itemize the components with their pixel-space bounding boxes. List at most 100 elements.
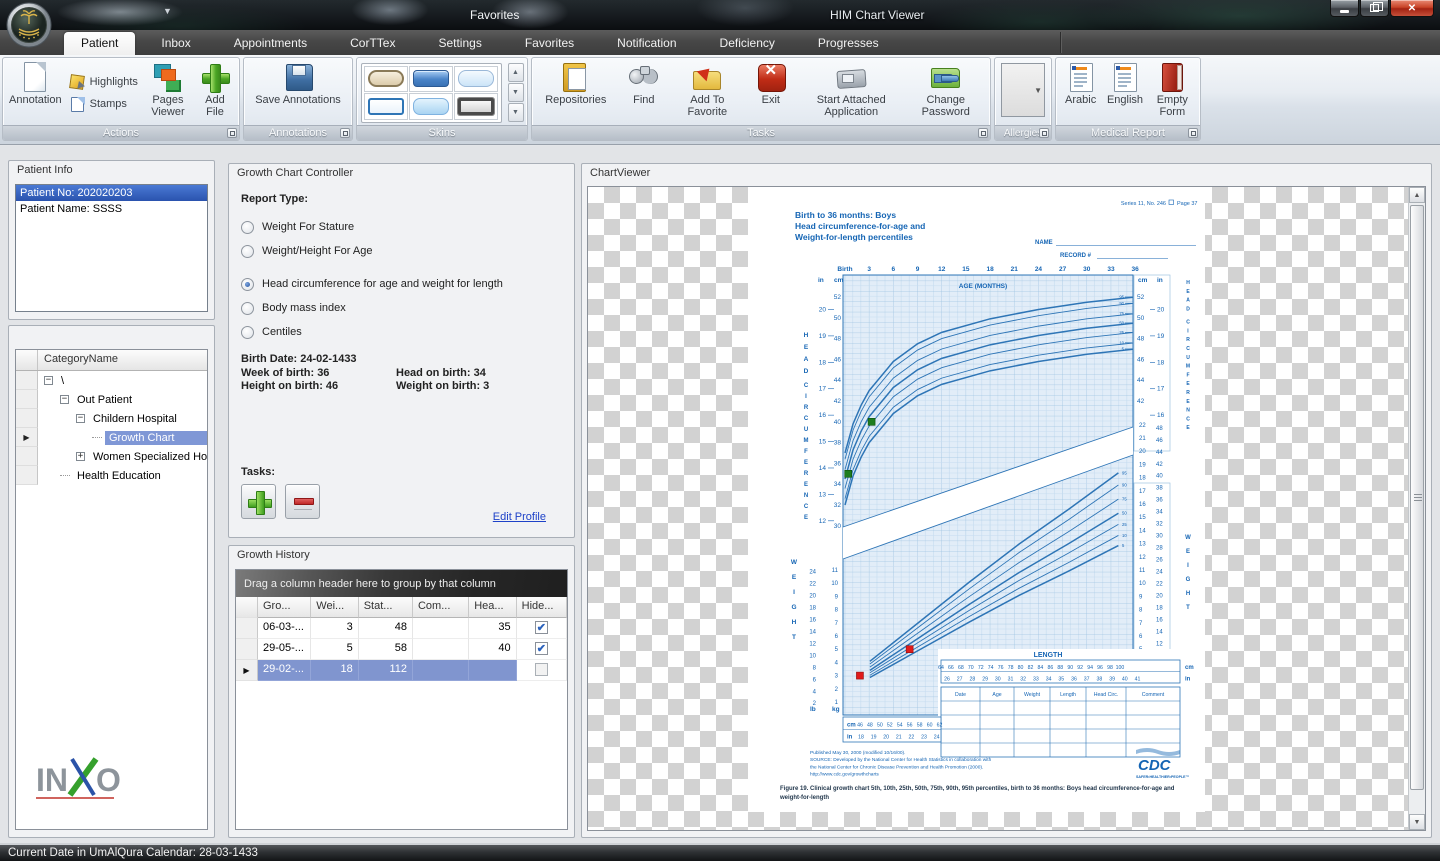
repositories-button[interactable]: Repositories	[542, 60, 609, 125]
skin-white-blue[interactable]	[364, 93, 408, 120]
annotation-button[interactable]: Annotation	[6, 60, 65, 125]
table-row[interactable]: 06-03-...34835✔	[236, 618, 567, 639]
medical-report-dialog-launcher-icon[interactable]	[1188, 128, 1198, 138]
svg-text:25: 25	[1119, 330, 1124, 335]
report-type-option[interactable]: Weight For Stature	[241, 215, 562, 239]
tab-favorites[interactable]: Favorites	[508, 32, 591, 55]
allergies-dialog-launcher-icon[interactable]	[1039, 128, 1049, 138]
svg-text:88: 88	[1057, 665, 1063, 671]
collapse-node-icon[interactable]: −	[76, 414, 85, 423]
exit-button[interactable]: Exit	[751, 60, 791, 125]
minimize-button[interactable]	[1330, 0, 1359, 17]
pages-viewer-button[interactable]: Pages Viewer	[142, 60, 194, 125]
cdc-growth-chart-page: Series 11, No. 246Page 37Birth to 36 mon…	[748, 187, 1205, 812]
repositories-icon	[559, 61, 593, 93]
scroll-up-button[interactable]: ▲	[1409, 187, 1425, 203]
hide-checkbox-unchecked[interactable]	[535, 663, 548, 676]
controller-title: Growth Chart Controller	[229, 164, 574, 183]
tab-progresses[interactable]: Progresses	[801, 32, 896, 55]
tab-inbox[interactable]: Inbox	[144, 32, 207, 55]
tree-node--[interactable]: −\	[16, 371, 207, 390]
table-row[interactable]: 29-05-...55840✔	[236, 639, 567, 660]
patient-info-item[interactable]: Patient No: 202020203	[16, 185, 207, 201]
skin-caramel[interactable]	[364, 66, 408, 93]
radio-selected-icon[interactable]	[241, 278, 254, 291]
highlights-button[interactable]: Highlights	[69, 74, 138, 90]
collapse-node-icon[interactable]: −	[60, 395, 69, 404]
tab-patient[interactable]: Patient	[64, 32, 135, 55]
category-column-header[interactable]: CategoryName	[38, 350, 207, 370]
collapse-node-icon[interactable]: −	[44, 376, 53, 385]
tab-deficiency[interactable]: Deficiency	[703, 32, 792, 55]
report-type-option[interactable]: Weight/Height For Age	[241, 239, 562, 263]
skin-dark[interactable]	[454, 93, 498, 120]
skin-blue[interactable]	[409, 66, 453, 93]
tree-node-growth-chart[interactable]: ▶Growth Chart	[16, 428, 207, 447]
annotations-dialog-launcher-icon[interactable]	[340, 128, 350, 138]
report-type-option[interactable]: Centiles	[241, 320, 562, 344]
tree-node-health-education[interactable]: Health Education	[16, 466, 207, 485]
english-report-button[interactable]: English	[1104, 60, 1146, 125]
hide-checkbox-checked[interactable]: ✔	[535, 642, 548, 655]
add-to-favorite-button[interactable]: Add To Favorite	[678, 60, 736, 125]
restore-button[interactable]	[1360, 0, 1389, 17]
svg-text:20: 20	[1157, 306, 1165, 313]
radio-icon[interactable]	[241, 302, 254, 315]
allergies-dropdown[interactable]: ▼	[1001, 63, 1045, 117]
skins-scroll-down-button[interactable]: ▼	[508, 83, 524, 102]
skin-light-blue[interactable]	[454, 66, 498, 93]
skin-sky[interactable]	[409, 93, 453, 120]
table-row[interactable]: ▶29-02-...18112	[236, 660, 567, 681]
report-type-option[interactable]: Head circumference for age and weight fo…	[241, 272, 562, 296]
app-logo-button[interactable]	[6, 2, 52, 48]
add-measurement-button[interactable]	[241, 484, 276, 519]
hide-checkbox-checked[interactable]: ✔	[535, 621, 548, 634]
column-header-wei[interactable]: Wei...	[311, 597, 358, 618]
radio-icon[interactable]	[241, 221, 254, 234]
skins-more-button[interactable]: ▼	[508, 103, 524, 122]
radio-icon[interactable]	[241, 326, 254, 339]
column-header-hide[interactable]: Hide...	[517, 597, 567, 618]
column-header-stat[interactable]: Stat...	[359, 597, 413, 618]
find-button[interactable]: Find	[624, 60, 664, 125]
patient-info-item[interactable]: Patient Name: SSSS	[16, 201, 207, 217]
change-password-button[interactable]: Change Password	[912, 60, 980, 125]
tree-node-women-specialized-hos-[interactable]: +Women Specialized Hos...	[16, 447, 207, 466]
tab-settings[interactable]: Settings	[421, 32, 498, 55]
start-attached-application-button[interactable]: Start Attached Application	[805, 60, 897, 125]
empty-form-button[interactable]: Empty Form	[1149, 60, 1195, 125]
stamps-button[interactable]: Stamps	[69, 96, 138, 112]
svg-text:Weight-for-length percentiles: Weight-for-length percentiles	[795, 232, 913, 242]
save-annotations-button[interactable]: Save Annotations	[252, 60, 344, 125]
edit-profile-link[interactable]: Edit Profile	[493, 511, 546, 523]
tree-node-out-patient[interactable]: −Out Patient	[16, 390, 207, 409]
arabic-report-button[interactable]: Arabic	[1061, 60, 1101, 125]
column-header-gro[interactable]: Gro...	[258, 597, 311, 618]
scrollbar-grip-icon	[1414, 494, 1422, 501]
tab-notification[interactable]: Notification	[600, 32, 693, 55]
column-header-hea[interactable]: Hea...	[469, 597, 516, 618]
tree-node-label: Growth Chart	[105, 431, 207, 445]
quick-access-dropdown-icon[interactable]: ▼	[163, 6, 172, 16]
radio-icon[interactable]	[241, 245, 254, 258]
column-header-com[interactable]: Com...	[413, 597, 469, 618]
skins-scroll-up-button[interactable]: ▲	[508, 63, 524, 82]
tree-node-childern-hospital[interactable]: −Childern Hospital	[16, 409, 207, 428]
tab-corttex[interactable]: CorTTex	[333, 32, 412, 55]
tasks-dialog-launcher-icon[interactable]	[978, 128, 988, 138]
svg-text:E: E	[804, 460, 808, 466]
scrollbar-thumb[interactable]	[1410, 205, 1424, 790]
scroll-down-button[interactable]: ▼	[1409, 814, 1425, 830]
vendor-logo: IN O	[34, 753, 120, 801]
group-by-drop-area[interactable]: Drag a column header here to group by th…	[236, 570, 567, 597]
actions-dialog-launcher-icon[interactable]	[227, 128, 237, 138]
report-type-option[interactable]: Body mass index	[241, 296, 562, 320]
add-file-button[interactable]: Add File	[194, 60, 236, 125]
row-indicator	[16, 371, 38, 390]
remove-measurement-button[interactable]	[285, 484, 320, 519]
close-button[interactable]: ✕	[1390, 0, 1434, 17]
chart-vertical-scrollbar[interactable]: ▲ ▼	[1408, 187, 1425, 830]
svg-text:23: 23	[921, 735, 927, 741]
tab-appointments[interactable]: Appointments	[217, 32, 324, 55]
expand-node-icon[interactable]: +	[76, 452, 85, 461]
